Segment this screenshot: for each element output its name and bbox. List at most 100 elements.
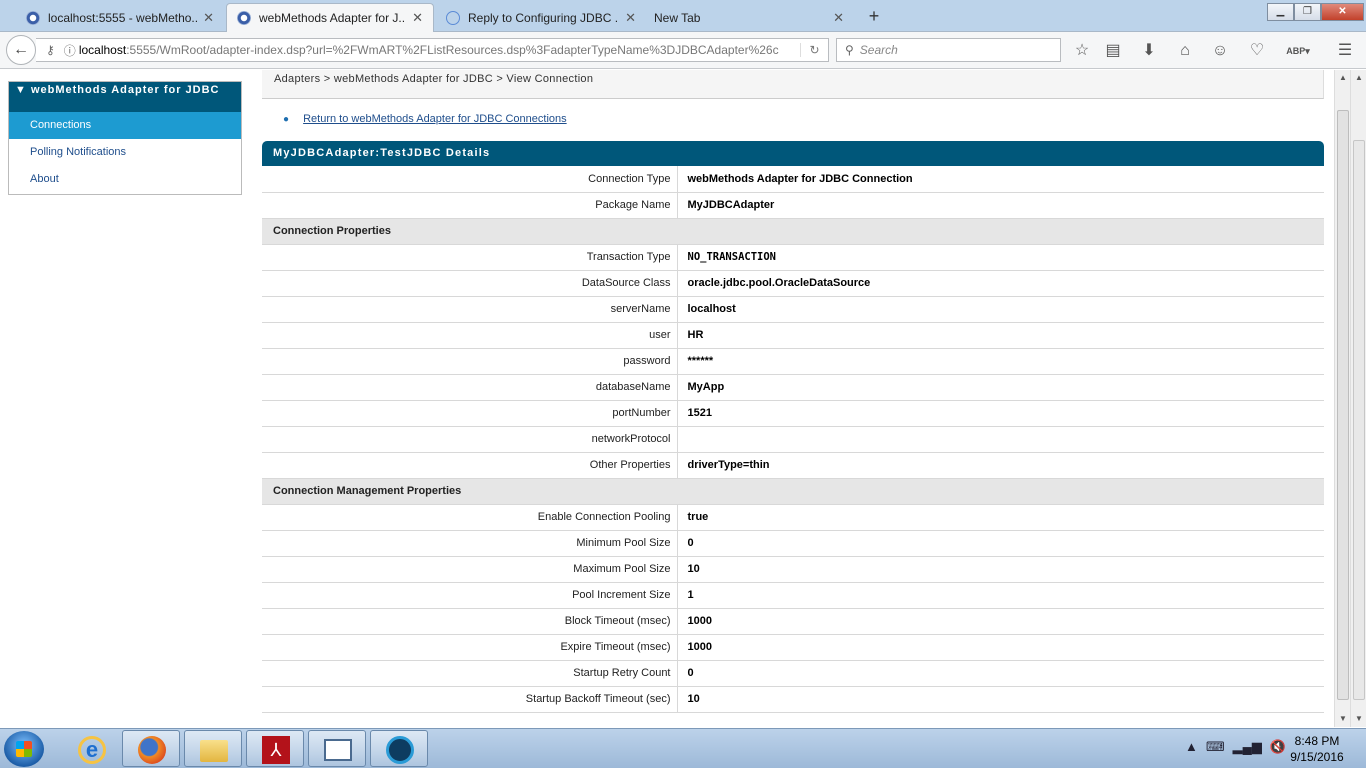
row-value: 1000 xyxy=(677,608,1324,635)
system-clock[interactable]: 8:48 PM 9/15/2016 xyxy=(1286,733,1348,765)
row-label: Expire Timeout (msec) xyxy=(262,634,678,661)
new-tab-button[interactable]: + xyxy=(862,5,886,27)
scroll-up-icon[interactable]: ▲ xyxy=(1351,70,1366,86)
details-title: MyJDBCAdapter:TestJDBC Details xyxy=(262,141,1324,166)
return-link-row: ● Return to webMethods Adapter for JDBC … xyxy=(283,113,567,125)
hello-icon[interactable]: ☺ xyxy=(1209,40,1231,62)
webmethods-icon xyxy=(26,10,40,25)
firefox-icon xyxy=(138,736,166,764)
adblock-icon[interactable]: ABP▾ xyxy=(1282,40,1314,62)
tab-strip: localhost:5555 - webMetho... ✕ webMethod… xyxy=(0,0,1366,32)
table-row: Other Properties driverType=thin xyxy=(262,452,1324,479)
scroll-down-icon[interactable]: ▼ xyxy=(1335,711,1351,727)
webmethods-icon xyxy=(237,11,251,25)
reload-icon[interactable]: ↻ xyxy=(800,43,828,57)
row-value: webMethods Adapter for JDBC Connection xyxy=(677,166,1324,193)
close-tab-icon[interactable]: ✕ xyxy=(412,10,423,26)
home-icon[interactable]: ⌂ xyxy=(1174,40,1196,62)
row-value: MyApp xyxy=(677,374,1324,401)
row-label: Other Properties xyxy=(262,452,678,479)
start-button[interactable] xyxy=(4,731,44,767)
tab-new[interactable]: New Tab ✕ xyxy=(644,3,854,32)
table-row: Expire Timeout (msec) 1000 xyxy=(262,634,1324,661)
row-value: NO_TRANSACTION xyxy=(677,244,1324,271)
row-label: user xyxy=(262,322,678,349)
row-label: Minimum Pool Size xyxy=(262,530,678,557)
network-signal-icon[interactable]: ▂▄▆ xyxy=(1233,739,1262,755)
table-row: user HR xyxy=(262,322,1324,349)
row-label: Startup Retry Count xyxy=(262,660,678,687)
pocket-icon[interactable]: ♡ xyxy=(1246,40,1268,62)
close-tab-icon[interactable]: ✕ xyxy=(203,10,214,26)
row-label: databaseName xyxy=(262,374,678,401)
bookmark-star-icon[interactable]: ☆ xyxy=(1071,40,1093,62)
row-label: Startup Backoff Timeout (sec) xyxy=(262,686,678,713)
table-row: password ****** xyxy=(262,348,1324,375)
table-row: databaseName MyApp xyxy=(262,374,1324,401)
usb-device-icon[interactable]: ⌨ xyxy=(1206,739,1225,755)
url-text[interactable]: localhost:5555/WmRoot/adapter-index.dsp?… xyxy=(79,43,800,57)
page-scrollbar[interactable]: ▲ ▼ xyxy=(1350,70,1366,727)
scroll-up-icon[interactable]: ▲ xyxy=(1335,70,1351,86)
sidebar-item-connections[interactable]: Connections xyxy=(9,112,241,139)
row-value xyxy=(677,426,1324,453)
sidebar-item-about[interactable]: About xyxy=(9,166,241,193)
taskbar-firefox[interactable] xyxy=(122,730,180,767)
downloads-icon[interactable]: ⬇ xyxy=(1138,40,1160,62)
close-tab-icon[interactable]: ✕ xyxy=(833,10,844,26)
tab-title: Reply to Configuring JDBC ... xyxy=(468,10,620,25)
row-value: 0 xyxy=(677,530,1324,557)
minimize-button[interactable]: ▁ xyxy=(1267,3,1294,21)
close-window-button[interactable]: ✕ xyxy=(1321,3,1364,21)
menu-icon[interactable]: ☰ xyxy=(1334,40,1356,62)
close-tab-icon[interactable]: ✕ xyxy=(625,10,636,26)
sidebar-item-polling-notifications[interactable]: Polling Notifications xyxy=(9,139,241,166)
scroll-thumb[interactable] xyxy=(1337,110,1349,700)
tab-adapter[interactable]: webMethods Adapter for J... ✕ xyxy=(226,3,434,32)
row-value: HR xyxy=(677,322,1324,349)
tab-localhost[interactable]: localhost:5555 - webMetho... ✕ xyxy=(16,3,224,32)
show-hidden-icons-icon[interactable]: ▲ xyxy=(1185,739,1198,755)
row-label: Pool Increment Size xyxy=(262,582,678,609)
table-row: Connection Type webMethods Adapter for J… xyxy=(262,166,1324,193)
bullet-icon: ● xyxy=(283,114,290,125)
scroll-thumb[interactable] xyxy=(1353,140,1365,700)
restore-button[interactable]: ❐ xyxy=(1294,3,1321,21)
row-label: DataSource Class xyxy=(262,270,678,297)
scroll-down-icon[interactable]: ▼ xyxy=(1351,711,1366,727)
table-row: Package Name MyJDBCAdapter xyxy=(262,192,1324,219)
breadcrumb: Adapters > webMethods Adapter for JDBC >… xyxy=(262,70,1324,99)
url-bar[interactable]: ⚷ ⓘ localhost:5555/WmRoot/adapter-index.… xyxy=(36,38,829,62)
info-icon[interactable]: ⓘ xyxy=(64,42,76,59)
taskbar-explorer[interactable] xyxy=(184,730,242,767)
taskbar-designer[interactable] xyxy=(370,730,428,767)
table-row: Maximum Pool Size 10 xyxy=(262,556,1324,583)
table-row: Enable Connection Pooling true xyxy=(262,504,1324,531)
bookmarks-list-icon[interactable]: ▤ xyxy=(1102,40,1124,62)
collapse-triangle-icon[interactable]: ▼ xyxy=(15,84,27,96)
tab-reply[interactable]: Reply to Configuring JDBC ... ✕ xyxy=(436,3,646,32)
row-label: password xyxy=(262,348,678,375)
taskbar-acrobat[interactable]: ⅄ xyxy=(246,730,304,767)
row-value: oracle.jdbc.pool.OracleDataSource xyxy=(677,270,1324,297)
return-to-connections-link[interactable]: Return to webMethods Adapter for JDBC Co… xyxy=(303,113,567,125)
clock-time: 8:48 PM xyxy=(1294,734,1340,748)
inner-scrollbar[interactable]: ▲ ▼ xyxy=(1334,70,1350,727)
row-value: 1000 xyxy=(677,634,1324,661)
sidebar-title[interactable]: ▼ webMethods Adapter for JDBC xyxy=(9,82,241,112)
search-placeholder: Search xyxy=(859,43,898,57)
back-button[interactable]: ← xyxy=(6,35,36,65)
search-icon: ⚲ xyxy=(845,43,854,57)
taskbar-window[interactable] xyxy=(308,730,366,767)
table-row: Startup Backoff Timeout (sec) 10 xyxy=(262,686,1324,713)
section-title: Connection Properties xyxy=(262,218,1324,245)
clock-date: 9/15/2016 xyxy=(1290,750,1344,764)
volume-muted-icon[interactable]: 🔇 xyxy=(1270,739,1286,755)
key-icon[interactable]: ⚷ xyxy=(46,43,55,57)
folder-icon xyxy=(200,740,228,762)
search-box[interactable]: ⚲ Search xyxy=(836,38,1061,62)
row-label: Connection Type xyxy=(262,166,678,193)
row-value: 0 xyxy=(677,660,1324,687)
connection-details: MyJDBCAdapter:TestJDBC Details Connectio… xyxy=(262,141,1324,713)
taskbar-ie[interactable]: e xyxy=(62,730,120,767)
